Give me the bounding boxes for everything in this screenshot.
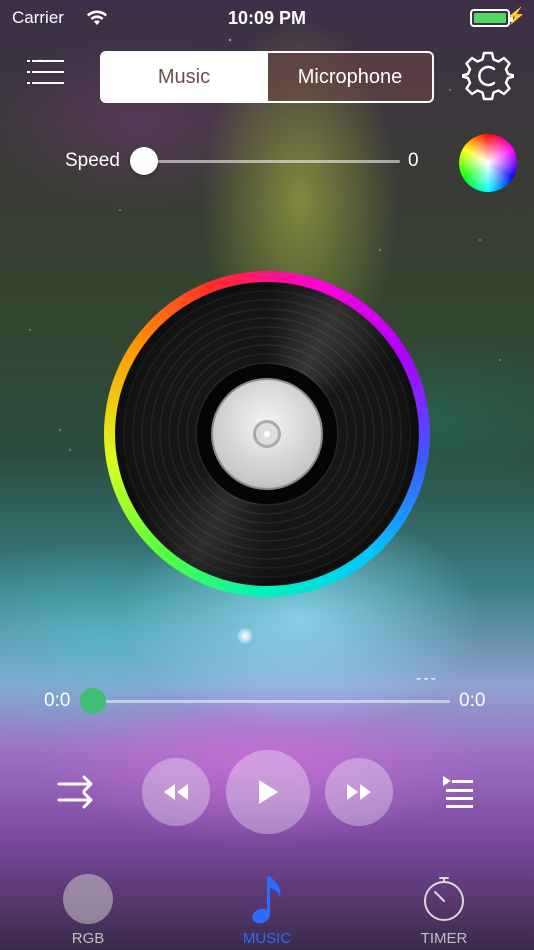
music-note-icon xyxy=(252,876,281,924)
charging-bolt-icon: ⚡ xyxy=(506,8,526,25)
forward-button[interactable] xyxy=(325,758,393,826)
play-button[interactable] xyxy=(226,750,310,834)
gear-icon[interactable] xyxy=(462,50,514,102)
segment-microphone[interactable]: Microphone xyxy=(266,53,432,101)
status-bar: Carrier 10:09 PM ⚡ xyxy=(0,0,534,36)
rewind-icon xyxy=(164,784,188,800)
rewind-button[interactable] xyxy=(142,758,210,826)
glowing-star xyxy=(237,628,253,644)
elapsed-time: 0:0 xyxy=(44,690,71,711)
tab-music[interactable]: MUSIC xyxy=(207,862,327,950)
record-spindle xyxy=(253,420,281,448)
timer-icon xyxy=(424,877,464,921)
fast-forward-icon xyxy=(347,784,371,800)
speed-slider-track[interactable] xyxy=(144,160,400,163)
battery-icon xyxy=(470,9,513,27)
progress-slider-thumb[interactable] xyxy=(80,688,106,714)
tab-music-label: MUSIC xyxy=(242,930,292,947)
tab-bar: RGB MUSIC TIMER xyxy=(0,862,534,950)
segment-music[interactable]: Music xyxy=(102,53,266,101)
track-name: --- xyxy=(416,670,438,687)
speed-label: Speed xyxy=(65,150,120,171)
hamburger-menu-icon[interactable] xyxy=(27,58,64,86)
tab-rgb-label: RGB xyxy=(71,930,105,947)
total-time: 0:0 xyxy=(459,690,486,711)
mode-segmented-control: Music Microphone xyxy=(100,51,434,103)
speed-slider-thumb[interactable] xyxy=(130,147,158,175)
rgb-circle-icon xyxy=(63,874,113,924)
color-wheel-icon[interactable] xyxy=(459,134,517,192)
progress-slider-track[interactable] xyxy=(93,700,450,703)
status-time: 10:09 PM xyxy=(227,8,307,28)
play-icon xyxy=(259,780,278,804)
vinyl-disc xyxy=(104,271,430,597)
playlist-icon[interactable] xyxy=(440,770,476,814)
shuffle-icon[interactable] xyxy=(56,770,96,814)
tab-timer[interactable]: TIMER xyxy=(384,862,504,950)
speed-value: 0 xyxy=(408,150,419,171)
tab-timer-label: TIMER xyxy=(420,930,468,947)
tab-rgb[interactable]: RGB xyxy=(28,862,148,950)
